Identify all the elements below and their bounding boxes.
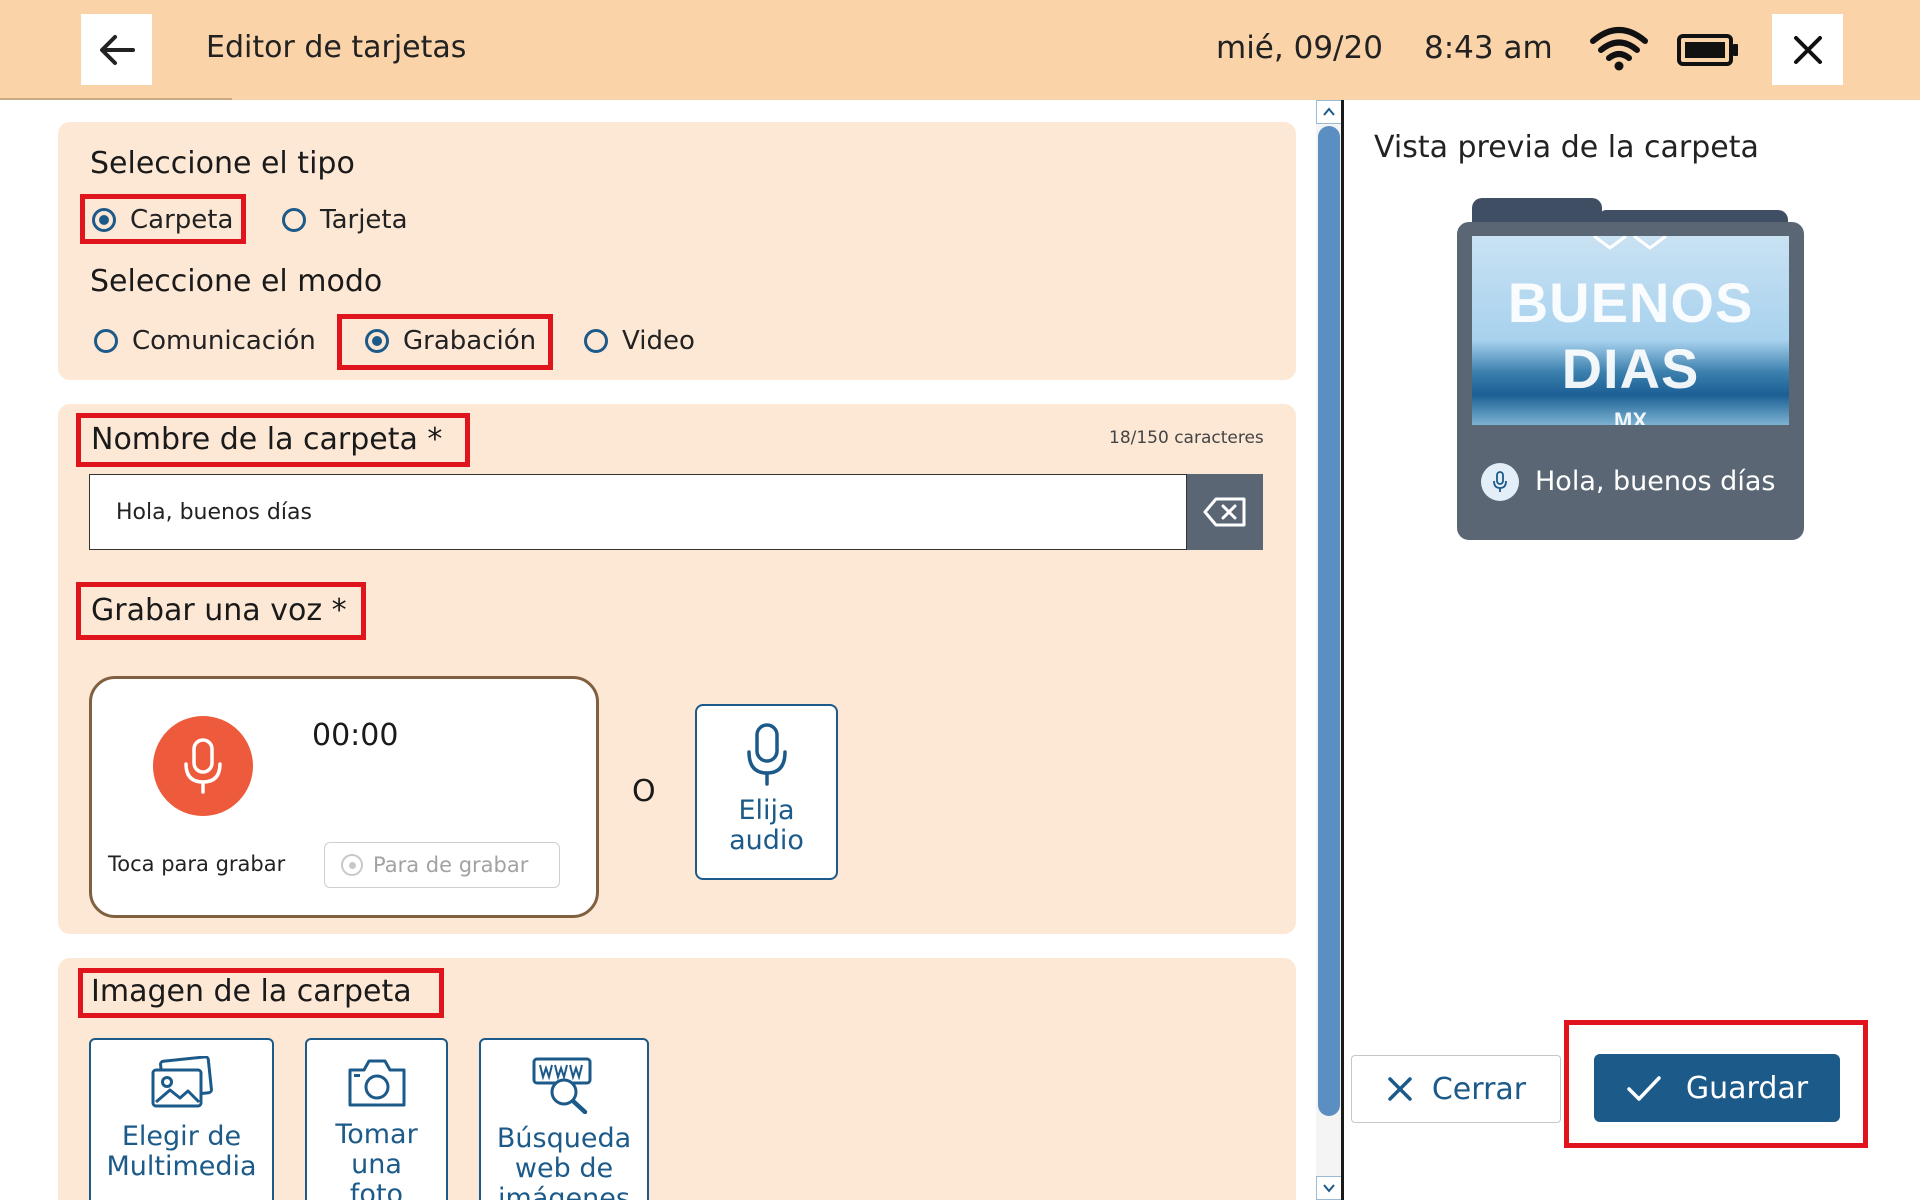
close-button[interactable] <box>1772 14 1843 85</box>
preview-image-text: MX <box>1614 408 1647 425</box>
radio-label: Video <box>622 326 695 356</box>
battery-icon <box>1677 34 1738 66</box>
radio-label: Grabación <box>403 326 537 356</box>
radio-label: Comunicación <box>132 326 316 356</box>
microphone-icon <box>1493 471 1507 492</box>
close-icon <box>1793 35 1822 64</box>
save-label: Guardar <box>1685 1070 1809 1106</box>
radio-indicator <box>584 329 608 353</box>
save-button[interactable]: Guardar <box>1594 1054 1840 1122</box>
stop-icon <box>341 854 363 876</box>
folder-name-title: Nombre de la carpeta * <box>91 422 443 457</box>
microphone-icon <box>184 738 222 794</box>
scroll-down-button[interactable] <box>1316 1176 1342 1200</box>
tile-label: Elegir de Multimedia <box>106 1121 257 1182</box>
tile-label: Tomar una foto <box>335 1119 418 1200</box>
radio-mode-communication[interactable]: Comunicación <box>94 326 316 356</box>
radio-indicator <box>282 208 306 232</box>
page-title: Editor de tarjetas <box>206 30 467 65</box>
radio-indicator <box>92 208 116 232</box>
radio-label: Carpeta <box>130 205 234 235</box>
header-underline <box>0 98 232 100</box>
scrollbar-thumb[interactable] <box>1318 126 1340 1116</box>
radio-label: Tarjeta <box>320 205 408 235</box>
stop-label: Para de grabar <box>373 853 529 877</box>
take-photo-button[interactable]: Tomar una foto <box>305 1038 448 1200</box>
cancel-button[interactable]: Cerrar <box>1351 1055 1561 1123</box>
camera-icon <box>348 1059 405 1107</box>
radio-mode-video[interactable]: Video <box>584 326 695 356</box>
tap-to-record-label: Toca para grabar <box>108 852 286 876</box>
arrow-left-icon <box>99 34 135 65</box>
web-search-icon <box>532 1057 592 1114</box>
folder-name-input[interactable] <box>89 474 1187 550</box>
cancel-label: Cerrar <box>1431 1071 1527 1107</box>
clear-name-button[interactable] <box>1187 474 1263 550</box>
char-counter: 18/150 caracteres <box>1109 428 1264 448</box>
backspace-icon <box>1203 497 1246 527</box>
type-section-title: Seleccione el tipo <box>90 146 355 181</box>
back-button[interactable] <box>81 14 152 85</box>
record-button[interactable] <box>153 716 253 816</box>
microphone-icon <box>746 723 787 786</box>
radio-indicator <box>94 329 118 353</box>
recording-timer: 00:00 <box>312 718 399 753</box>
folder-preview-image: BUENOS DIAS MX <box>1472 236 1789 425</box>
stop-recording-button[interactable]: Para de grabar <box>324 842 560 888</box>
radio-type-folder[interactable]: Carpeta <box>92 205 233 235</box>
folder-mic-badge <box>1481 463 1519 501</box>
radio-indicator <box>365 329 389 353</box>
panel-divider <box>1341 100 1344 1200</box>
wifi-icon <box>1590 27 1648 71</box>
status-time: 8:43 am <box>1424 30 1553 66</box>
or-separator: O <box>632 774 656 809</box>
folder-preview-label: Hola, buenos días <box>1535 466 1776 497</box>
choose-audio-button[interactable]: Elija audio <box>695 704 838 880</box>
gallery-icon <box>151 1056 213 1108</box>
preview-title: Vista previa de la carpeta <box>1374 130 1759 165</box>
status-date: mié, 09/20 <box>1216 30 1383 66</box>
chevron-down-icon <box>1323 1184 1335 1193</box>
web-image-search-button[interactable]: Búsqueda web de imágenes <box>479 1038 649 1200</box>
folder-image-title: Imagen de la carpeta <box>91 974 412 1009</box>
scroll-up-button[interactable] <box>1316 100 1342 124</box>
choose-audio-label: Elija audio <box>729 795 804 856</box>
close-icon <box>1388 1077 1412 1101</box>
preview-image-text: DIAS <box>1561 337 1700 400</box>
radio-mode-recording[interactable]: Grabación <box>365 326 536 356</box>
chevron-up-icon <box>1323 107 1335 116</box>
preview-image-text: BUENOS <box>1507 271 1754 334</box>
mode-section-title: Seleccione el modo <box>90 264 383 299</box>
check-icon <box>1627 1076 1661 1101</box>
hearts-decoration <box>1593 236 1667 250</box>
radio-type-card[interactable]: Tarjeta <box>282 205 408 235</box>
record-voice-title: Grabar una voz * <box>91 593 347 628</box>
choose-media-button[interactable]: Elegir de Multimedia <box>89 1038 274 1200</box>
tile-label: Búsqueda web de imágenes <box>496 1123 632 1200</box>
